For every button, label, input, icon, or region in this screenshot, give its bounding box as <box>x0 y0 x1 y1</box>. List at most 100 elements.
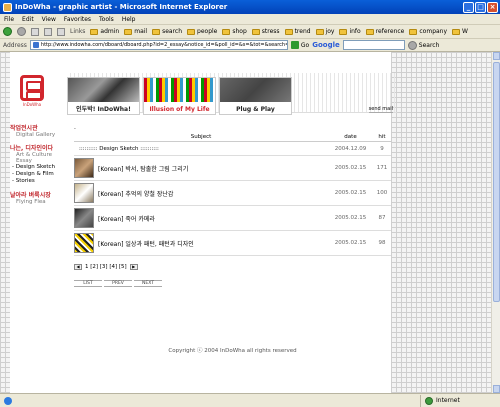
close-button[interactable]: × <box>487 1 498 13</box>
menu-file[interactable]: File <box>4 16 14 23</box>
link-people[interactable]: people <box>187 28 217 35</box>
next-page-icon[interactable]: ▶ <box>129 264 138 270</box>
link-info[interactable]: info <box>339 28 361 35</box>
address-label: Address <box>3 41 27 49</box>
maximize-button[interactable]: □ <box>475 1 486 13</box>
menu-view[interactable]: View <box>42 16 56 23</box>
post-subject[interactable]: [Korean] 추억의 양철 장난감 <box>98 189 173 198</box>
folder-icon <box>452 28 461 35</box>
nav-item-design-film[interactable]: - Design & Film <box>10 171 60 178</box>
address-input[interactable]: http://www.indowha.com/dboard/dboard.php… <box>29 40 288 50</box>
table-row[interactable]: [Korean] 박서, 탐출한 그림 그리기 2005.02.15 171 <box>74 156 391 181</box>
scroll-thumb[interactable] <box>493 62 500 302</box>
post-subject[interactable]: [Korean] 일상과 패턴, 패턴과 디자인 <box>98 239 194 248</box>
link-reference[interactable]: reference <box>365 28 404 35</box>
home-icon <box>57 27 65 36</box>
google-search-button[interactable]: Search <box>407 40 439 50</box>
folder-icon <box>124 28 133 35</box>
link-stress[interactable]: stress <box>251 28 280 35</box>
header-hit: hit <box>378 133 386 140</box>
toolbar: Links admin mail search people shop stre… <box>0 25 500 39</box>
banner-indowha[interactable]: 인두박! InDoWha! <box>67 77 140 115</box>
folder-icon <box>365 28 374 35</box>
refresh-button[interactable] <box>44 27 52 36</box>
banner-caption: 인두박! InDoWha! <box>76 106 131 113</box>
folder-icon <box>409 28 418 35</box>
notice-date: 2004.12.09 <box>334 145 367 152</box>
notice-hit: 9 <box>380 145 384 152</box>
link-joy[interactable]: joy <box>315 28 334 35</box>
post-thumbnail[interactable] <box>74 158 94 178</box>
menu-edit[interactable]: Edit <box>22 16 34 23</box>
scroll-down-icon[interactable] <box>493 385 500 393</box>
nav-digital-gallery[interactable]: 작업전시관 <box>10 125 60 132</box>
post-thumbnail[interactable] <box>74 208 94 228</box>
google-search-input[interactable] <box>342 40 405 50</box>
forward-button[interactable] <box>17 27 26 36</box>
banner-caption: Plug & Play <box>236 106 275 113</box>
post-hit: 171 <box>376 165 388 171</box>
post-date: 2005.02.15 <box>334 190 367 196</box>
stop-button[interactable] <box>31 27 39 36</box>
resize-grip-icon[interactable] <box>490 395 500 407</box>
notice-subject[interactable]: :::::::::: Design Sketch :::::::::: <box>74 146 328 152</box>
banner-plug-play[interactable]: Plug & Play <box>219 77 292 115</box>
board: . Subject date hit :::::::::: Design Ske… <box>74 124 391 287</box>
link-search[interactable]: search <box>152 28 182 35</box>
banner-image <box>68 78 139 102</box>
refresh-icon <box>44 27 52 36</box>
ie-app-icon <box>3 2 12 12</box>
table-row[interactable]: [Korean] 추억의 양철 장난감 2005.02.15 100 <box>74 181 391 206</box>
scroll-up-icon[interactable] <box>493 52 500 60</box>
link-w[interactable]: W <box>452 28 468 35</box>
back-button[interactable] <box>3 27 12 36</box>
banner-strip: 인두박! InDoWha! Illusion of My Life Plug &… <box>67 73 397 115</box>
page-links[interactable]: 1 [2] [3] [4] [5] <box>85 264 127 270</box>
left-grid-background <box>0 52 10 393</box>
link-mail[interactable]: mail <box>124 28 147 35</box>
site-logo[interactable]: InDoWha <box>15 75 49 113</box>
nav-sub-flying-flea: Flying Flea <box>16 199 46 205</box>
post-date: 2005.02.15 <box>334 240 367 246</box>
left-nav: 작업전시관 Digital Gallery 나는, 디자인이다 Art & Cu… <box>10 125 60 205</box>
next-button[interactable]: NEXT <box>134 280 162 287</box>
table-row[interactable]: [Korean] 일상과 패턴, 패턴과 디자인 2005.02.15 98 <box>74 231 391 256</box>
link-shop[interactable]: shop <box>222 28 247 35</box>
page-content: InDoWha 인두박! InDoWha! Illusion of My Lif… <box>10 68 397 388</box>
title-bar: InDoWha - graphic artist - Microsoft Int… <box>0 0 500 14</box>
links-label: Links <box>70 28 86 35</box>
search-icon <box>407 40 417 50</box>
post-thumbnail[interactable] <box>74 233 94 253</box>
post-subject[interactable]: [Korean] 박서, 탐출한 그림 그리기 <box>98 164 188 173</box>
folder-icon <box>90 28 99 35</box>
nav-art-culture-essay[interactable]: 나는, 디자인이다 <box>10 145 60 152</box>
go-button[interactable]: Go <box>290 41 309 49</box>
nav-flying-flea[interactable]: 날아라 벼룩시장 <box>10 192 60 199</box>
nav-item-design-sketch[interactable]: - Design Sketch <box>10 164 60 171</box>
home-button[interactable] <box>57 27 65 36</box>
prev-button[interactable]: PREV <box>104 280 132 287</box>
notice-row[interactable]: :::::::::: Design Sketch :::::::::: 2004… <box>74 142 391 156</box>
zone-label: Internet <box>436 397 460 404</box>
nav-item-stories[interactable]: - Stories <box>10 178 60 185</box>
prev-page-icon[interactable]: ◀ <box>74 264 82 270</box>
minimize-button[interactable]: _ <box>463 1 474 13</box>
banner-illusion[interactable]: Illusion of My Life <box>143 77 216 115</box>
vertical-scrollbar[interactable] <box>491 52 500 393</box>
stop-icon <box>31 27 39 36</box>
send-mail-link[interactable]: send mail <box>368 106 393 113</box>
menu-favorites[interactable]: Favorites <box>64 16 91 23</box>
address-bar: Address http://www.indowha.com/dboard/db… <box>0 39 500 52</box>
menu-help[interactable]: Help <box>122 16 136 23</box>
link-company[interactable]: company <box>409 28 447 35</box>
link-admin[interactable]: admin <box>90 28 119 35</box>
folder-icon <box>315 28 324 35</box>
nav-sub-art-culture-essay: Art & Culture Essay <box>16 152 52 164</box>
security-zone: Internet <box>420 394 490 407</box>
post-subject[interactable]: [Korean] 죽어 카메라 <box>98 214 155 223</box>
menu-tools[interactable]: Tools <box>99 16 114 23</box>
link-trend[interactable]: trend <box>284 28 311 35</box>
table-row[interactable]: [Korean] 죽어 카메라 2005.02.15 87 <box>74 206 391 231</box>
post-thumbnail[interactable] <box>74 183 94 203</box>
list-button[interactable]: LIST <box>74 280 102 287</box>
